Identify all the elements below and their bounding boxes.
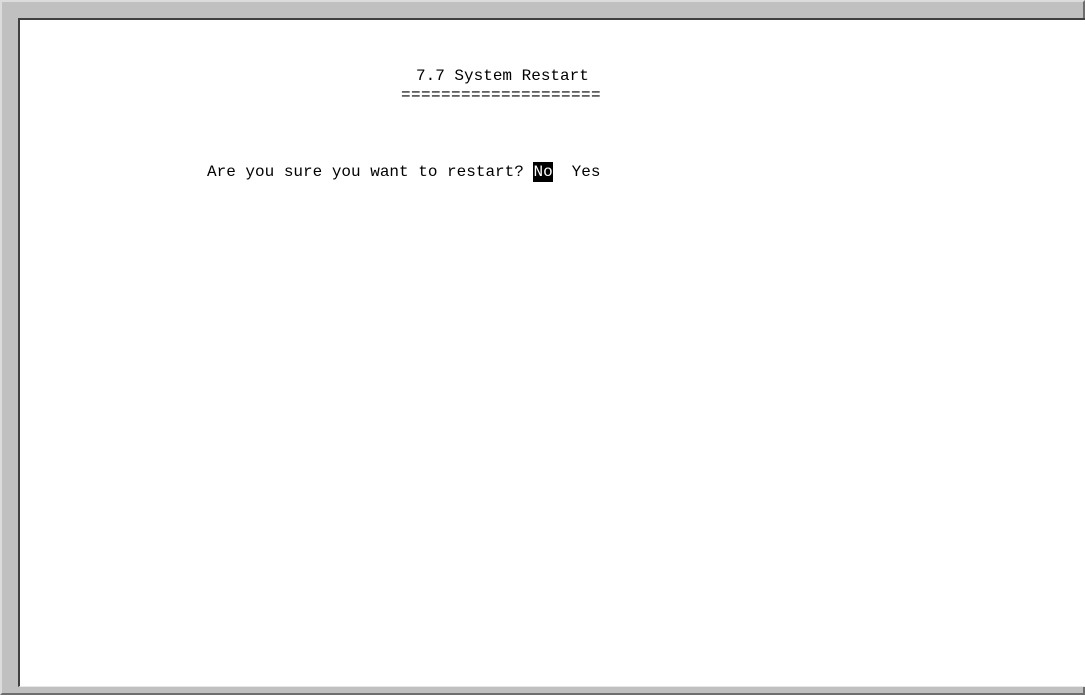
- restart-prompt: Are you sure you want to restart? No Yes: [207, 162, 600, 182]
- terminal-screen: 7.7 System Restart ==================== …: [18, 18, 1085, 687]
- yes-option[interactable]: Yes: [572, 162, 601, 182]
- window-frame: 7.7 System Restart ==================== …: [0, 0, 1085, 695]
- restart-question: Are you sure you want to restart?: [207, 163, 524, 181]
- no-option[interactable]: No: [533, 162, 553, 182]
- title-underline: ====================: [401, 86, 602, 104]
- screen-title: 7.7 System Restart: [416, 67, 589, 85]
